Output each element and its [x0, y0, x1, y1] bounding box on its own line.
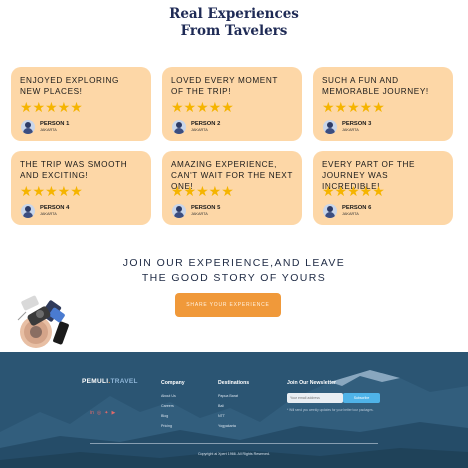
social-links: in ◎ ✦ ▶ — [90, 410, 115, 416]
avatar-icon — [21, 120, 35, 134]
testimonial-author: PERSON 2 JAKARTA — [172, 120, 220, 134]
author-name: PERSON 3 — [342, 121, 372, 127]
company-link-blog[interactable]: Blog — [161, 411, 185, 421]
instagram-icon[interactable]: ◎ — [97, 410, 101, 416]
footer-destinations-column: Destinations Papua Barat Bali NTT Yogyak… — [218, 380, 249, 431]
cta-text: JOIN OUR EXPERIENCE,AND LEAVE THE GOOD S… — [0, 256, 468, 286]
destination-link-yogyakarta[interactable]: Yogyakarta — [218, 421, 249, 431]
author-location: JAKARTA — [191, 128, 208, 132]
testimonial-quote: EVERY PART OF THE JOURNEY WAS INCREDIBLE… — [322, 160, 416, 191]
subscribe-button[interactable]: Subscribe — [343, 393, 380, 403]
testimonial-author: PERSON 3 JAKARTA — [323, 120, 371, 134]
share-experience-button[interactable]: SHARE YOUR EXPERIENCE — [175, 293, 281, 317]
newsletter-email-input[interactable] — [287, 393, 343, 403]
author-location: JAKARTA — [40, 128, 57, 132]
author-location: JAKARTA — [191, 212, 208, 216]
destination-link-bali[interactable]: Bali — [218, 401, 249, 411]
heading-line-2: From Tavelers — [180, 23, 288, 39]
testimonial-quote: ENJOYED EXPLORING NEW PLACES! — [20, 76, 119, 96]
company-link-about[interactable]: About Us — [161, 391, 185, 401]
rating-stars: ★★★★★ — [171, 183, 293, 199]
author-name: PERSON 4 — [40, 205, 70, 211]
testimonial-author: PERSON 5 JAKARTA — [172, 204, 220, 218]
star-icon: ★★★★★ — [171, 99, 234, 115]
destination-link-papua[interactable]: Papua Barat — [218, 391, 249, 401]
testimonial-author: PERSON 1 JAKARTA — [21, 120, 69, 134]
destinations-title: Destinations — [218, 380, 250, 386]
star-icon: ★★★★★ — [322, 99, 385, 115]
star-icon: ★★★★★ — [322, 183, 385, 199]
company-title: Company — [161, 380, 185, 386]
destination-link-ntt[interactable]: NTT — [218, 411, 249, 421]
twitter-icon[interactable]: ✦ — [104, 410, 108, 416]
footer-logo[interactable]: PEMULI.TRAVEL — [82, 378, 138, 385]
author-name: PERSON 5 — [191, 205, 221, 211]
cta-line-1: JOIN OUR EXPERIENCE,AND LEAVE — [122, 257, 346, 269]
testimonial-quote: AMAZING EXPERIENCE, CAN'T WAIT FOR THE N… — [171, 160, 293, 191]
testimonial-card: THE TRIP WAS SMOOTH AND EXCITING! ★★★★★ PE… — [11, 151, 151, 225]
author-name: PERSON 1 — [40, 121, 70, 127]
author-name: PERSON 2 — [191, 121, 221, 127]
avatar-icon — [172, 204, 186, 218]
logo-tail: TRAVEL — [110, 378, 138, 385]
company-link-careers[interactable]: Careers — [161, 401, 185, 411]
heading-line-1: Real Experiences — [169, 6, 299, 22]
author-location: JAKARTA — [342, 128, 359, 132]
avatar-icon — [323, 120, 337, 134]
testimonial-quote: SUCH A FUN AND MEMORABLE JOURNEY! — [322, 76, 429, 96]
star-icon: ★★★★★ — [20, 99, 83, 115]
testimonial-author: PERSON 6 JAKARTA — [323, 204, 371, 218]
author-location: JAKARTA — [342, 212, 359, 216]
copyright-text: Copyright ai Xpert 1966. All Rights Rese… — [197, 452, 271, 456]
testimonial-quote: LOVED EVERY MOMENT OF THE TRIP! — [171, 76, 278, 96]
author-name: PERSON 6 — [342, 205, 372, 211]
camera-illustration — [17, 295, 69, 348]
section-heading: Real Experiences From Tavelers — [0, 6, 468, 40]
rating-stars: ★★★★★ — [20, 183, 142, 199]
avatar-icon — [172, 120, 186, 134]
testimonial-author: PERSON 4 JAKARTA — [21, 204, 69, 218]
rating-stars: ★★★★★ — [322, 183, 444, 199]
footer-company-column: Company About Us Careers Blog Pricing — [161, 380, 185, 431]
testimonial-card: EVERY PART OF THE JOURNEY WAS INCREDIBLE… — [313, 151, 453, 225]
testimonial-card: SUCH A FUN AND MEMORABLE JOURNEY! ★★★★★ PE… — [313, 67, 453, 141]
cta-line-2: THE GOOD STORY OF YOURS — [141, 272, 327, 284]
testimonial-card: LOVED EVERY MOMENT OF THE TRIP! ★★★★★ PERS… — [162, 67, 302, 141]
rating-stars: ★★★★★ — [20, 99, 142, 115]
rating-stars: ★★★★★ — [322, 99, 444, 115]
site-footer: PEMULI.TRAVEL in ◎ ✦ ▶ Company About Us … — [0, 352, 468, 468]
avatar-icon — [323, 204, 337, 218]
testimonial-quote: THE TRIP WAS SMOOTH AND EXCITING! — [20, 160, 128, 180]
star-icon: ★★★★★ — [171, 183, 234, 199]
avatar-icon — [21, 204, 35, 218]
testimonial-card: ENJOYED EXPLORING NEW PLACES! ★★★★★ PERSON… — [11, 67, 151, 141]
newsletter-note: * Will send you weekly updates for your … — [287, 408, 374, 412]
star-icon: ★★★★★ — [20, 183, 83, 199]
linkedin-icon[interactable]: in — [90, 410, 94, 416]
logo-main: PEMULI — [82, 378, 109, 385]
rating-stars: ★★★★★ — [171, 99, 293, 115]
footer-divider — [90, 443, 378, 444]
newsletter-title: Join Our Newsletter — [287, 380, 337, 386]
youtube-icon[interactable]: ▶ — [111, 410, 115, 416]
author-location: JAKARTA — [40, 212, 57, 216]
company-link-pricing[interactable]: Pricing — [161, 421, 185, 431]
testimonial-card: AMAZING EXPERIENCE, CAN'T WAIT FOR THE N… — [162, 151, 302, 225]
